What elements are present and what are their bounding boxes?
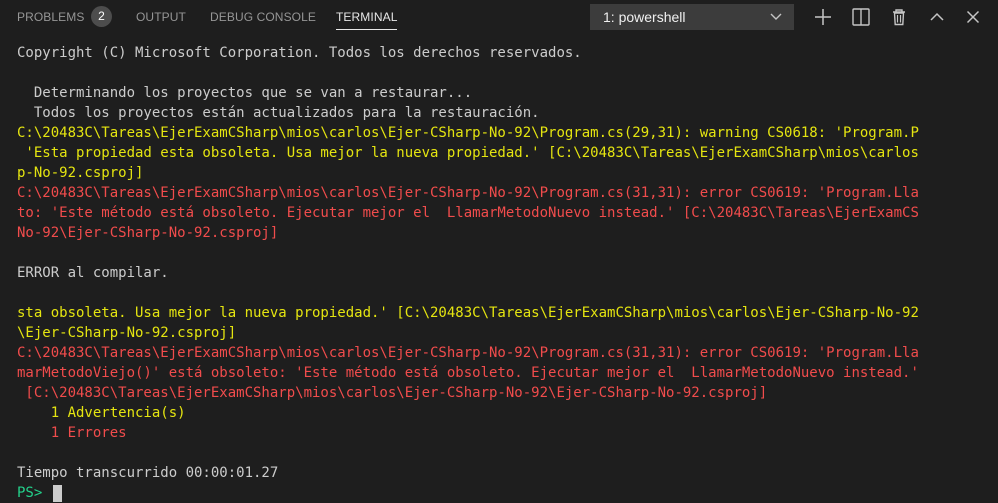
terminal-line: p-No-92.csproj] (17, 165, 144, 181)
problems-count-badge: 2 (91, 6, 112, 27)
terminal-line: \Ejer-CSharp-No-92.csproj] (17, 325, 237, 341)
terminal-output[interactable]: Copyright (C) Microsoft Corporation. Tod… (0, 34, 998, 503)
chevron-down-icon (769, 5, 783, 29)
plus-icon (810, 4, 836, 30)
terminal-line: [C:\20483C\Tareas\EjerExamCSharp\mios\ca… (17, 385, 768, 401)
tab-debug-console[interactable]: DEBUG CONSOLE (210, 0, 316, 34)
terminal-line: Copyright (C) Microsoft Corporation. Tod… (17, 45, 582, 61)
kill-terminal-button[interactable] (886, 4, 912, 30)
terminal-line: 1 Advertencia(s) (17, 405, 186, 421)
terminal-line: C:\20483C\Tareas\EjerExamCSharp\mios\car… (17, 185, 919, 201)
terminal-line: to: 'Este método está obsoleto. Ejecutar… (17, 205, 919, 221)
maximize-panel-button[interactable] (924, 4, 950, 30)
terminal-prompt: PS> (17, 485, 51, 501)
terminal-line: ERROR al compilar. (17, 265, 169, 281)
terminal-line: C:\20483C\Tareas\EjerExamCSharp\mios\car… (17, 125, 919, 141)
split-terminal-button[interactable] (848, 4, 874, 30)
chevron-up-icon (924, 4, 950, 30)
terminal-select-value: 1: powershell (603, 9, 686, 25)
terminal-select-dropdown[interactable]: 1: powershell (590, 4, 794, 30)
terminal-line: C:\20483C\Tareas\EjerExamCSharp\mios\car… (17, 345, 919, 361)
split-terminal-icon (848, 4, 874, 30)
terminal-line: Todos los proyectos están actualizados p… (17, 105, 540, 121)
tab-terminal[interactable]: TERMINAL (336, 0, 398, 34)
panel-tab-bar: PROBLEMS 2 OUTPUT DEBUG CONSOLE TERMINAL… (0, 0, 998, 34)
trash-icon (886, 4, 912, 30)
tab-output[interactable]: OUTPUT (136, 0, 186, 34)
tab-problems[interactable]: PROBLEMS (17, 0, 85, 34)
new-terminal-button[interactable] (810, 4, 836, 30)
terminal-line: 'Esta propiedad esta obsoleta. Usa mejor… (17, 145, 919, 161)
terminal-line: 1 Errores (17, 425, 127, 441)
terminal-cursor (53, 485, 62, 502)
terminal-line: No-92\Ejer-CSharp-No-92.csproj] (17, 225, 279, 241)
close-panel-button[interactable] (960, 4, 986, 30)
close-icon (960, 4, 986, 30)
terminal-line: sta obsoleta. Usa mejor la nueva propied… (17, 305, 919, 321)
terminal-line: Tiempo transcurrido 00:00:01.27 (17, 465, 279, 481)
terminal-line: marMetodoViejo()' está obsoleto: 'Este m… (17, 365, 919, 381)
terminal-line: Determinando los proyectos que se van a … (17, 85, 473, 101)
